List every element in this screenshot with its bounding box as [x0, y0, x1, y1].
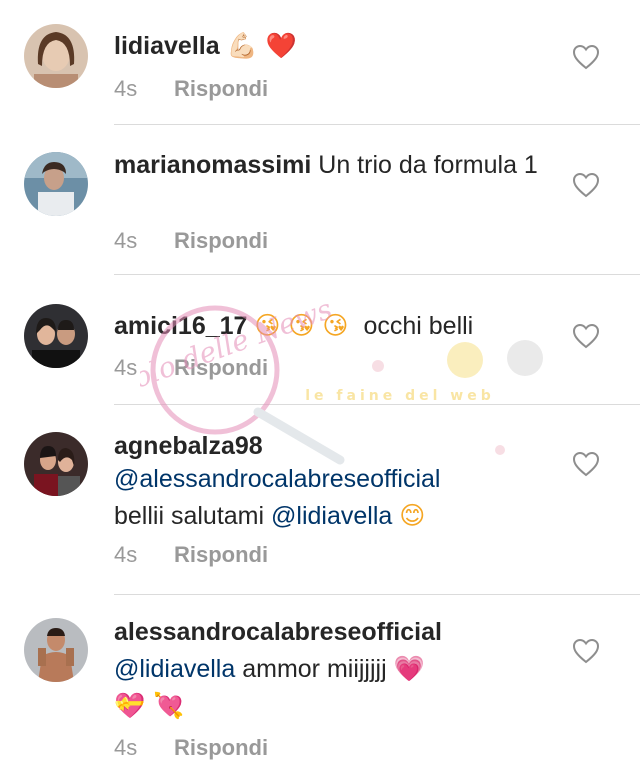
- reply-button[interactable]: Rispondi: [174, 76, 268, 101]
- username[interactable]: agnebalza98: [114, 432, 263, 460]
- comment-body: ammor miijjjjj: [242, 655, 387, 683]
- comment-text: marianomassimi Un trio da formula 1: [114, 149, 554, 182]
- timestamp: 4s: [114, 355, 138, 380]
- username[interactable]: amici16_17: [114, 312, 247, 340]
- watermark-tagline: le faine del web: [305, 388, 494, 404]
- emoji-text: 😘 😘 😘: [254, 311, 349, 340]
- mention-link[interactable]: @lidiavella: [114, 655, 235, 683]
- mention-link[interactable]: @alessandrocalabreseofficial: [114, 465, 441, 493]
- comment-meta: 4s Rispondi: [114, 75, 268, 103]
- comment-text: alessandrocalabreseofficial @lidiavella …: [114, 616, 554, 723]
- timestamp: 4s: [114, 76, 138, 101]
- comment-body: Un trio da formula 1: [318, 151, 538, 179]
- avatar[interactable]: [24, 304, 88, 368]
- emoji-text: 😊: [399, 501, 426, 530]
- avatar[interactable]: [24, 24, 88, 88]
- username[interactable]: marianomassimi: [114, 151, 311, 179]
- heart-outline-icon[interactable]: [572, 323, 600, 349]
- reply-button[interactable]: Rispondi: [174, 228, 268, 253]
- divider: [114, 274, 640, 275]
- comment-text: amici16_17 😘 😘 😘 occhi belli: [114, 309, 554, 343]
- emoji-text: 💪🏻 ❤️: [226, 31, 297, 60]
- username[interactable]: lidiavella: [114, 32, 220, 60]
- heart-outline-icon[interactable]: [572, 44, 600, 70]
- timestamp: 4s: [114, 542, 138, 567]
- timestamp: 4s: [114, 735, 138, 760]
- comment-body: occhi belli: [363, 312, 474, 340]
- comment-text: agnebalza98 @alessandrocalabreseofficial…: [114, 430, 554, 536]
- mention-link[interactable]: @lidiavella: [271, 502, 392, 530]
- divider: [114, 404, 640, 405]
- comment-text: lidiavella 💪🏻 ❤️: [114, 29, 554, 63]
- comment-meta: 4s Rispondi: [114, 227, 268, 255]
- username[interactable]: alessandrocalabreseofficial: [114, 618, 442, 646]
- comment-body: bellii salutami: [114, 502, 265, 530]
- heart-outline-icon[interactable]: [572, 172, 600, 198]
- avatar[interactable]: [24, 152, 88, 216]
- emoji-text: 💗: [393, 654, 425, 683]
- divider: [114, 124, 640, 125]
- heart-outline-icon[interactable]: [572, 638, 600, 664]
- comment-meta: 4s Rispondi: [114, 541, 268, 569]
- heart-outline-icon[interactable]: [572, 451, 600, 477]
- comment-meta: 4s Rispondi: [114, 734, 268, 762]
- emoji-text: 💝 💘: [114, 691, 185, 720]
- avatar[interactable]: [24, 618, 88, 682]
- reply-button[interactable]: Rispondi: [174, 355, 268, 380]
- timestamp: 4s: [114, 228, 138, 253]
- comment-meta: 4s Rispondi: [114, 354, 268, 382]
- reply-button[interactable]: Rispondi: [174, 542, 268, 567]
- reply-button[interactable]: Rispondi: [174, 735, 268, 760]
- divider: [114, 594, 640, 595]
- avatar[interactable]: [24, 432, 88, 496]
